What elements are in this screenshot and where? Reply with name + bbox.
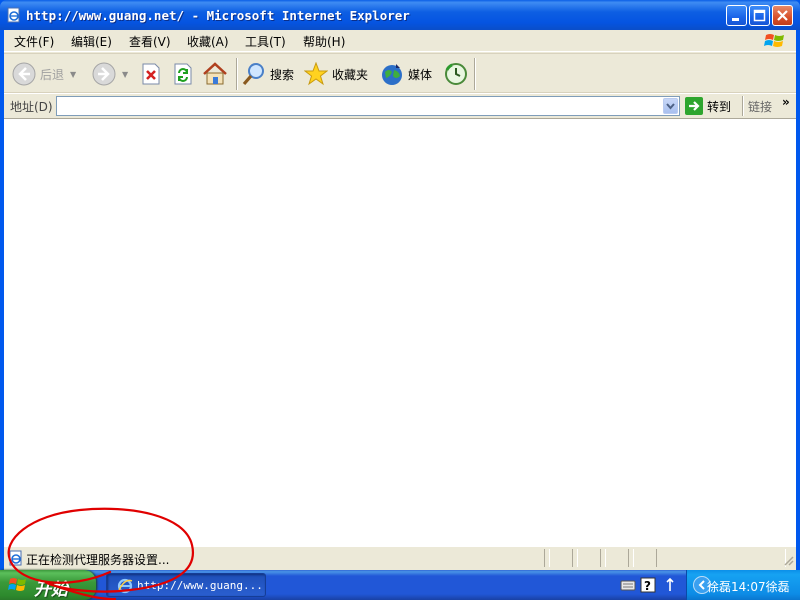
minimize-icon (732, 18, 739, 21)
help-icon[interactable]: ? (640, 577, 656, 593)
forward-button[interactable]: ▼ (92, 59, 128, 89)
go-button[interactable]: 转到 (685, 96, 731, 116)
forward-arrow-icon (92, 62, 116, 86)
ie-page-icon (9, 550, 22, 566)
favorites-label: 收藏夹 (332, 67, 369, 82)
back-arrow-icon (12, 62, 36, 86)
menu-bar: 文件(F) 编辑(E) 查看(V) 收藏(A) 工具(T) 帮助(H) (4, 30, 796, 52)
ie-window: http://www.guang.net/ - Microsoft Intern… (0, 0, 800, 570)
menu-view[interactable]: 查看(V) (129, 33, 171, 50)
ie-page-icon (7, 7, 20, 23)
close-button[interactable] (772, 5, 793, 26)
standard-toolbar: 后退 ▼ ▼ 搜索 收藏夹 媒体 (4, 53, 796, 93)
address-label: 地址(D) (10, 100, 53, 114)
star-icon (304, 62, 328, 86)
status-pane (544, 549, 550, 567)
back-dropdown-icon[interactable]: ▼ (70, 70, 76, 79)
menu-favorites[interactable]: 收藏(A) (187, 33, 229, 50)
search-button[interactable]: 搜索 (242, 59, 294, 89)
page-content[interactable] (4, 118, 796, 546)
ie-icon (117, 578, 133, 594)
minimize-button[interactable] (726, 5, 747, 26)
search-label: 搜索 (270, 67, 295, 82)
media-globe-icon (382, 64, 402, 85)
stop-button[interactable] (140, 59, 162, 89)
menu-edit[interactable]: 编辑(E) (71, 33, 112, 50)
status-pane (600, 549, 606, 567)
history-button[interactable] (444, 59, 468, 89)
maximize-icon (753, 9, 766, 22)
status-text: 正在检测代理服务器设置... (26, 553, 170, 567)
title-bar[interactable]: http://www.guang.net/ - Microsoft Intern… (0, 0, 800, 30)
toolbar-separator (236, 58, 238, 90)
tray-clock[interactable]: 徐磊14:07徐磊 (707, 578, 790, 595)
search-icon (242, 63, 264, 86)
toolbar-separator-end (474, 58, 476, 90)
links-separator (742, 96, 744, 116)
menu-file[interactable]: 文件(F) (14, 33, 54, 50)
start-button[interactable]: 开始 (0, 570, 96, 600)
home-icon (203, 62, 227, 85)
svg-text:?: ? (644, 579, 651, 593)
chevron-down-icon (666, 103, 675, 110)
windows-logo-icon (8, 578, 26, 591)
window-frame: 文件(F) 编辑(E) 查看(V) 收藏(A) 工具(T) 帮助(H) 后退 ▼ (4, 30, 796, 570)
status-bar: 正在检测代理服务器设置... (4, 546, 796, 568)
menu-tools[interactable]: 工具(T) (245, 33, 286, 50)
back-button[interactable]: 后退 ▼ (12, 59, 76, 89)
stop-icon (142, 63, 160, 85)
address-field[interactable] (56, 96, 680, 116)
address-bar: 地址(D) 转到 链接 » (4, 93, 796, 117)
home-button[interactable] (202, 59, 228, 89)
media-label: 媒体 (408, 67, 433, 82)
windows-logo-icon (764, 34, 784, 47)
notification-area: 徐磊14:07徐磊 (686, 570, 800, 600)
status-pane (572, 549, 578, 567)
network-icon[interactable] (662, 577, 678, 593)
start-label: 开始 (34, 580, 68, 600)
maximize-button[interactable] (749, 5, 770, 26)
taskbar: 开始 http://www.guang... ? 徐磊14:07徐磊 (0, 570, 800, 600)
close-icon (777, 10, 788, 21)
forward-dropdown-icon[interactable]: ▼ (122, 70, 128, 79)
go-arrow-icon (685, 97, 703, 115)
go-label: 转到 (707, 99, 732, 114)
refresh-button[interactable] (172, 59, 194, 89)
status-pane (628, 549, 634, 567)
address-dropdown-button[interactable] (663, 98, 678, 114)
links-button[interactable]: 链接 (748, 98, 772, 115)
keyboard-icon[interactable] (620, 577, 636, 593)
media-button[interactable]: 媒体 (380, 59, 432, 89)
favorites-button[interactable]: 收藏夹 (304, 59, 368, 89)
taskbar-ie-label: http://www.guang... (137, 579, 263, 592)
address-input[interactable] (59, 98, 659, 114)
refresh-icon (174, 63, 192, 85)
status-zone-pane (656, 549, 786, 567)
back-label: 后退 (40, 67, 65, 82)
links-chevron-icon[interactable]: » (782, 95, 790, 109)
history-clock-icon (445, 63, 467, 85)
menu-help[interactable]: 帮助(H) (303, 33, 345, 50)
window-title: http://www.guang.net/ - Microsoft Intern… (26, 8, 410, 23)
system-tray: ? 徐磊14:07徐磊 (614, 570, 800, 600)
resize-grip-icon[interactable] (782, 554, 794, 566)
taskbar-ie-button[interactable]: http://www.guang... (106, 573, 266, 597)
